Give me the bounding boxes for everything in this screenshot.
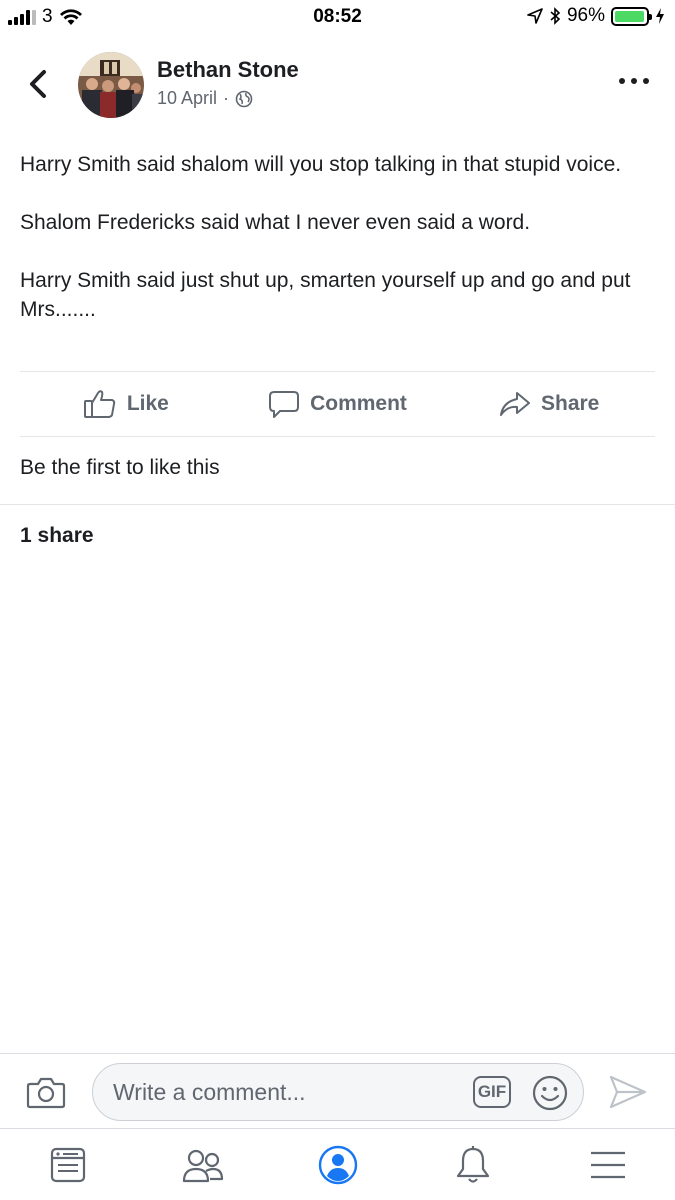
post-body: Harry Smith said shalom will you stop ta… [20,150,655,353]
news-feed-icon [50,1147,85,1182]
charging-icon [656,8,664,24]
comment-button[interactable]: Comment [232,389,444,419]
post-date[interactable]: 10 April [157,88,217,109]
shares-count[interactable]: 1 share [20,524,94,548]
action-bar: Like Comment Share [20,372,655,436]
avatar-photo-icon [78,52,144,118]
back-button[interactable] [24,66,54,102]
battery-level [615,10,644,22]
gif-button[interactable]: GIF [473,1076,511,1108]
tab-profile[interactable] [270,1129,405,1200]
share-button[interactable]: Share [443,390,655,418]
more-options-button[interactable] [619,78,649,88]
battery-percent: 96% [566,5,605,26]
divider [0,504,675,505]
author-name[interactable]: Bethan Stone [157,57,299,83]
camera-icon[interactable] [26,1074,66,1110]
status-right: 96% [527,5,665,27]
like-label: Like [126,392,169,415]
status-bar: 3 08:52 96% [0,0,675,36]
globe-icon[interactable] [235,90,253,108]
post-meta: 10 April · [157,88,253,109]
comment-bar: Write a comment... GIF [0,1053,675,1128]
location-icon [527,8,543,24]
like-button[interactable]: Like [20,389,232,419]
friends-icon [182,1149,223,1182]
share-label: Share [540,392,600,415]
comment-bubble-icon [269,391,300,418]
avatar[interactable] [78,52,144,118]
tab-bar [0,1128,675,1200]
post-paragraph: Harry Smith said shalom will you stop ta… [20,153,622,176]
thumbs-up-icon [83,390,116,418]
bluetooth-icon [550,7,561,25]
post-paragraph: Shalom Fredericks said what I never even… [20,211,531,234]
menu-icon [590,1151,625,1178]
profile-icon [318,1145,357,1184]
comment-input[interactable]: Write a comment... GIF [92,1063,584,1121]
tab-friends[interactable] [135,1129,270,1200]
comment-placeholder: Write a comment... [113,1079,306,1105]
tab-notifications[interactable] [405,1129,540,1200]
post-paragraph: Harry Smith said just shut up, smarten y… [20,269,631,321]
comment-label: Comment [310,392,407,415]
send-icon[interactable] [608,1073,648,1111]
meta-separator: · [223,88,230,108]
divider [20,436,655,437]
notifications-icon [456,1145,489,1183]
battery-icon [611,6,652,26]
tab-news-feed[interactable] [0,1129,135,1200]
share-arrow-icon [499,392,530,416]
post-header: Bethan Stone 10 April · [0,48,675,124]
emoji-icon[interactable] [531,1074,569,1112]
post-screen: 3 08:52 96% Bethan Stone 10 April · Harr… [0,0,675,1200]
likes-summary: Be the first to like this [20,456,220,479]
tab-menu[interactable] [540,1129,675,1200]
